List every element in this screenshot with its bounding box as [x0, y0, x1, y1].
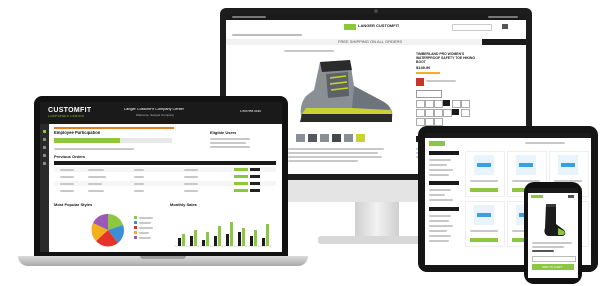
header-phone: 1 800 555 0199: [240, 110, 261, 113]
eligible-title: Eligible Users: [210, 131, 237, 135]
monthly-bar-chart: [174, 222, 272, 247]
header-subtitle: Welcome, Sample Company: [136, 114, 174, 117]
width-select[interactable]: [416, 90, 442, 98]
bar: [182, 234, 185, 246]
promo-badge: [416, 78, 424, 86]
icon-sidebar: [40, 124, 49, 252]
tablet-top-bar: [425, 133, 591, 138]
reports-icon[interactable]: [43, 154, 46, 157]
pie-chart: [91, 213, 124, 247]
bar: [202, 240, 205, 246]
view-button[interactable]: [234, 182, 248, 185]
insole-box-icon: [558, 155, 578, 175]
phone-screen: ADD TO CART: [528, 188, 578, 278]
monthly-sales-title: Monthly Sales: [170, 203, 197, 207]
size-select[interactable]: [532, 256, 576, 262]
add-button[interactable]: [470, 188, 498, 192]
bar: [250, 236, 253, 246]
insole-box-icon: [474, 155, 494, 175]
add-button[interactable]: [470, 238, 498, 242]
view-button[interactable]: [234, 168, 248, 171]
alert-message: [54, 127, 174, 129]
tablet-logo[interactable]: [429, 141, 445, 146]
search-input[interactable]: [452, 24, 492, 31]
section-title: Employee Participation: [54, 131, 101, 135]
webcam-icon: [374, 9, 378, 13]
filter-sidebar[interactable]: [429, 151, 459, 261]
thumbnail-strip[interactable]: [296, 134, 376, 142]
reorder-button[interactable]: [250, 168, 260, 171]
view-button[interactable]: [234, 175, 248, 178]
bar: [262, 238, 265, 246]
monitor-stand-neck: [355, 202, 399, 238]
phone-logo[interactable]: [531, 195, 543, 198]
bar: [218, 226, 221, 246]
insole-box-icon: [516, 155, 536, 175]
home-icon[interactable]: [43, 130, 46, 133]
orders-icon[interactable]: [43, 146, 46, 149]
logo-subtitle: CORPORATE CENTER: [48, 115, 85, 118]
menu-icon[interactable]: [568, 195, 574, 198]
bar: [206, 232, 209, 246]
bar: [178, 238, 181, 246]
bar: [238, 232, 241, 246]
boot-product-image: [300, 60, 393, 122]
boot-icon: [300, 60, 393, 122]
insole-box-icon: [474, 205, 494, 225]
header-title: Langer CustomFit Company Center: [124, 108, 184, 111]
bar: [266, 224, 269, 246]
bar: [214, 236, 217, 246]
bar: [230, 222, 233, 246]
bar: [254, 230, 257, 246]
laptop-notch: [140, 256, 186, 259]
participation-progress: [54, 138, 172, 143]
bar: [194, 230, 197, 246]
rating-stars-icon: [416, 72, 440, 74]
orders-table: [54, 167, 276, 197]
pie-legend: [134, 216, 164, 242]
popular-styles-title: Most Popular Styles: [54, 203, 93, 207]
sock-icon: [544, 204, 566, 236]
product-price: $149.99: [416, 66, 431, 70]
reorder-button[interactable]: [250, 182, 260, 185]
users-icon[interactable]: [43, 138, 46, 141]
promo-text: FREE SHIPPING ON ALL ORDERS: [338, 40, 403, 44]
participation-fill: [54, 138, 120, 143]
phone-top-bar: [528, 188, 578, 193]
view-button[interactable]: [234, 189, 248, 192]
customfit-logo[interactable]: CUSTOMFIT: [48, 107, 91, 114]
site-logo[interactable]: LANGER CUSTOMFIT: [358, 24, 399, 28]
orders-table-header: [54, 161, 276, 165]
phone-add-label: ADD TO CART: [542, 265, 563, 269]
previous-orders-title: Previous Orders: [54, 155, 86, 159]
cart-icon[interactable]: [502, 24, 508, 29]
product-card[interactable]: [465, 201, 505, 247]
logo-mark-icon: [344, 24, 356, 30]
phone-add-to-cart-button[interactable]: ADD TO CART: [532, 264, 574, 270]
settings-icon[interactable]: [43, 162, 46, 165]
bar: [226, 234, 229, 246]
product-title: TIMBERLAND PRO WOMEN'S WATERPROOF SAFETY…: [416, 52, 475, 64]
bar: [242, 228, 245, 246]
laptop-screen: CUSTOMFIT CORPORATE CENTER Langer Custom…: [40, 102, 282, 252]
bar: [190, 236, 193, 246]
promo-button[interactable]: [482, 39, 526, 45]
reorder-button[interactable]: [250, 189, 260, 192]
utility-bar: [226, 14, 526, 20]
sock-product-image: [544, 204, 566, 236]
product-card[interactable]: [465, 151, 505, 197]
reorder-button[interactable]: [250, 175, 260, 178]
